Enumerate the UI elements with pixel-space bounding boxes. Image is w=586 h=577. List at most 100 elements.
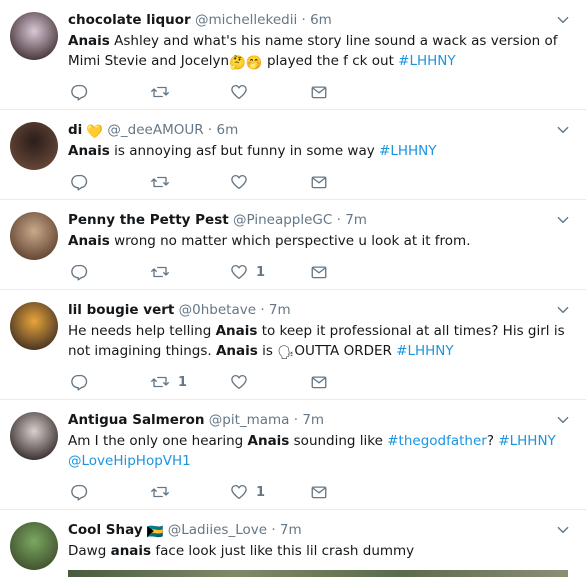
- text-segment: sounding like: [289, 433, 388, 449]
- tweet[interactable]: Cool Shay 🇧🇸 @Ladiies_Love · 7m Dawg anais…: [0, 510, 586, 577]
- reply-button[interactable]: [70, 82, 88, 102]
- timestamp[interactable]: 6m: [310, 12, 332, 28]
- display-name[interactable]: Penny the Petty Pest: [68, 212, 229, 228]
- tweet-media-image[interactable]: [68, 570, 568, 577]
- like-button[interactable]: 1: [230, 482, 265, 502]
- avatar[interactable]: [10, 122, 58, 170]
- dm-button[interactable]: [310, 482, 328, 502]
- retweet-button[interactable]: [150, 172, 170, 192]
- user-handle[interactable]: @PineappleGC: [233, 212, 332, 228]
- retweet-icon: [150, 83, 170, 101]
- tweet-text: Anais is annoying asf but funny in some …: [68, 141, 568, 161]
- hashtag-link[interactable]: #LHHNY: [379, 143, 436, 159]
- highlighted-term: Anais: [215, 323, 258, 339]
- tweet[interactable]: lil bougie vert @0hbetave · 7m He needs h…: [0, 290, 586, 400]
- reply-icon: [70, 483, 88, 501]
- reply-button[interactable]: [70, 372, 88, 392]
- tweet-text: Anais Ashley and what's his name story l…: [68, 31, 568, 73]
- display-name[interactable]: lil bougie vert: [68, 302, 174, 318]
- reply-button[interactable]: [70, 482, 88, 502]
- like-icon: [230, 173, 248, 191]
- tweet[interactable]: Antigua Salmeron @pit_mama · 7m Am I the …: [0, 400, 586, 510]
- retweet-button[interactable]: 1: [150, 372, 187, 392]
- retweet-icon: [150, 483, 170, 501]
- retweet-count: 1: [178, 374, 188, 390]
- user-handle[interactable]: @Ladiies_Love: [168, 522, 267, 538]
- retweet-button[interactable]: [150, 82, 170, 102]
- user-handle[interactable]: @pit_mama: [209, 412, 290, 428]
- display-name[interactable]: chocolate liquor: [68, 12, 191, 28]
- avatar[interactable]: [10, 302, 58, 350]
- chevron-down-icon[interactable]: [556, 212, 570, 226]
- tweet-actions: 1: [68, 262, 368, 282]
- chevron-down-icon[interactable]: [556, 522, 570, 536]
- separator-dot: ·: [267, 522, 280, 538]
- reply-icon: [70, 263, 88, 281]
- timestamp[interactable]: 7m: [302, 412, 324, 428]
- emoji: 🤔🤭: [229, 55, 263, 71]
- text-segment: wrong no matter which perspective u look…: [109, 233, 471, 249]
- tweet-header: Antigua Salmeron @pit_mama · 7m: [68, 410, 324, 430]
- user-handle[interactable]: @_deeAMOUR: [107, 122, 203, 138]
- separator-dot: ·: [297, 12, 311, 28]
- display-name[interactable]: Cool Shay: [68, 522, 143, 538]
- avatar[interactable]: [10, 212, 58, 260]
- highlighted-term: anais: [110, 543, 152, 559]
- tweet-text: He needs help telling Anais to keep it p…: [68, 321, 568, 363]
- retweet-button[interactable]: [150, 262, 170, 282]
- text-segment: face look just like this lil crash dummy: [151, 543, 415, 559]
- dm-icon: [310, 373, 328, 391]
- display-name[interactable]: Antigua Salmeron: [68, 412, 204, 428]
- avatar[interactable]: [10, 522, 58, 570]
- text-segment: Am I the only one hearing: [68, 433, 248, 449]
- emoji: 🗣: [277, 345, 295, 361]
- tweet-text: Dawg anais face look just like this lil …: [68, 541, 568, 561]
- hashtag-link[interactable]: #LHHNY: [498, 433, 555, 449]
- tweet-actions: 1: [68, 482, 368, 502]
- text-segment: OUTTA ORDER: [294, 343, 397, 359]
- avatar[interactable]: [10, 412, 58, 460]
- like-button[interactable]: [230, 82, 248, 102]
- separator-dot: ·: [256, 302, 269, 318]
- like-icon: [230, 373, 248, 391]
- user-handle[interactable]: @michellekedii: [195, 12, 297, 28]
- timestamp[interactable]: 7m: [345, 212, 367, 228]
- tweet[interactable]: chocolate liquor @michellekedii · 6m Anai…: [0, 0, 586, 110]
- like-icon: [230, 83, 248, 101]
- chevron-down-icon[interactable]: [556, 412, 570, 426]
- like-button[interactable]: 1: [230, 262, 265, 282]
- reply-button[interactable]: [70, 262, 88, 282]
- display-name[interactable]: di: [68, 122, 82, 138]
- chevron-down-icon[interactable]: [556, 122, 570, 136]
- like-button[interactable]: [230, 172, 248, 192]
- timestamp[interactable]: 7m: [280, 522, 302, 538]
- dm-button[interactable]: [310, 372, 328, 392]
- tweet-text: Am I the only one hearing Anais sounding…: [68, 431, 568, 471]
- avatar[interactable]: [10, 12, 58, 60]
- dm-button[interactable]: [310, 172, 328, 192]
- dm-icon: [310, 173, 328, 191]
- tweet-actions: [68, 172, 368, 192]
- tweet-header: di 💛 @_deeAMOUR · 6m: [68, 120, 238, 142]
- hashtag-link[interactable]: @LoveHipHopVH1: [68, 453, 191, 469]
- like-button[interactable]: [230, 372, 248, 392]
- dm-button[interactable]: [310, 262, 328, 282]
- timestamp[interactable]: 6m: [216, 122, 238, 138]
- hashtag-link[interactable]: #LHHNY: [396, 343, 453, 359]
- reply-icon: [70, 173, 88, 191]
- retweet-button[interactable]: [150, 482, 170, 502]
- chevron-down-icon[interactable]: [556, 12, 570, 26]
- chevron-down-icon[interactable]: [556, 302, 570, 316]
- hashtag-link[interactable]: #LHHNY: [398, 53, 455, 69]
- tweet[interactable]: di 💛 @_deeAMOUR · 6m Anais is annoying asf…: [0, 110, 586, 200]
- timestamp[interactable]: 7m: [269, 302, 291, 318]
- dm-button[interactable]: [310, 82, 328, 102]
- like-count: 1: [256, 484, 266, 500]
- reply-button[interactable]: [70, 172, 88, 192]
- hashtag-link[interactable]: #thegodfather: [387, 433, 487, 449]
- tweet-header: lil bougie vert @0hbetave · 7m: [68, 300, 291, 320]
- user-handle[interactable]: @0hbetave: [179, 302, 256, 318]
- reply-icon: [70, 83, 88, 101]
- tweet[interactable]: Penny the Petty Pest @PineappleGC · 7m An…: [0, 200, 586, 290]
- name-emoji: 💛: [86, 124, 104, 140]
